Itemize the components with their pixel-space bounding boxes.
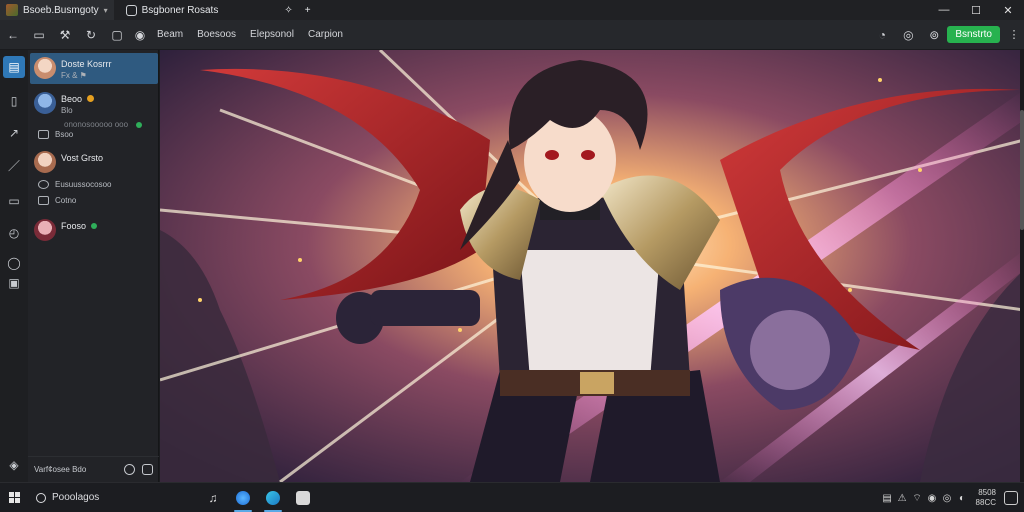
more-menu-icon[interactable]: ⋮ bbox=[1004, 28, 1024, 41]
close-button[interactable]: ✕ bbox=[992, 0, 1024, 20]
windows-logo-icon bbox=[8, 492, 20, 503]
avatar bbox=[34, 92, 56, 114]
edit-icon[interactable]: ／ bbox=[0, 152, 28, 178]
language-icon[interactable]: ◐ bbox=[957, 493, 968, 504]
sync-icon[interactable]: ◎ bbox=[895, 20, 921, 50]
conversation-title: Vost Grsto bbox=[61, 153, 104, 163]
avatar bbox=[34, 219, 56, 241]
folder-icon bbox=[38, 196, 49, 205]
toolbar: ← ▭ ⚒ ↻ ▢ ◉ Beam Boesoos Elepsonol Carpi… bbox=[0, 20, 1024, 50]
avatar bbox=[34, 57, 56, 79]
site-favicon-icon bbox=[6, 4, 18, 16]
frame-icon[interactable]: ▣ bbox=[0, 270, 28, 296]
chevron-down-icon[interactable]: ▾ bbox=[104, 6, 108, 15]
conversation-title: Doste Kosrrr bbox=[61, 59, 112, 69]
taskbar-app-browser[interactable] bbox=[228, 483, 258, 512]
primary-action-button[interactable]: Bsnstrto bbox=[947, 26, 1000, 43]
taskbar-search[interactable]: Pooolagos bbox=[28, 492, 198, 503]
hero-illustration bbox=[160, 50, 1024, 482]
conversation-item[interactable]: Doste Kosrrr Fx & ⚑ bbox=[30, 53, 158, 84]
settings-icon[interactable] bbox=[124, 464, 135, 475]
action-center-icon[interactable] bbox=[1004, 491, 1018, 505]
minimize-button[interactable]: — bbox=[928, 0, 960, 20]
conversation-sidebar: Doste Kosrrr Fx & ⚑ Beoo Blo ononosooooo… bbox=[28, 50, 159, 482]
music-app-icon: ♫ bbox=[208, 490, 218, 505]
app-tab-icon bbox=[125, 4, 137, 16]
store-app-icon bbox=[296, 490, 310, 505]
sub-item[interactable]: Cotno bbox=[38, 196, 76, 205]
browser-app-icon bbox=[236, 490, 250, 505]
taskbar-app-store[interactable] bbox=[288, 483, 318, 512]
taskbar-app-edge[interactable] bbox=[258, 483, 288, 512]
browser-tab-active[interactable]: Bsoeb.Busmgoty ▾ bbox=[0, 0, 114, 20]
toolbar-link-beam[interactable]: Beam bbox=[157, 29, 183, 40]
taskbar-app-music[interactable]: ♫ bbox=[198, 483, 228, 512]
clock-time: 8508 bbox=[978, 488, 996, 497]
battery-icon[interactable]: ◎ bbox=[942, 493, 953, 504]
toolbar-link-carpion[interactable]: Carpion bbox=[308, 29, 343, 40]
folder-icon bbox=[38, 130, 49, 139]
avatar bbox=[34, 151, 56, 173]
volume-icon[interactable]: ◉ bbox=[927, 493, 938, 504]
timer-icon[interactable]: ◴ bbox=[0, 220, 28, 246]
plus-icon: + bbox=[304, 4, 311, 16]
vertical-scrollbar[interactable] bbox=[1020, 50, 1024, 482]
profile-icon[interactable]: ⊚ bbox=[921, 20, 947, 50]
back-arrow-icon[interactable]: ← bbox=[0, 20, 26, 50]
footer-label: Varf¢osee Bdo bbox=[34, 465, 87, 474]
globe-icon[interactable]: ◉ bbox=[130, 20, 150, 50]
window-controls: — ☐ ✕ bbox=[928, 0, 1024, 20]
maximize-button[interactable]: ☐ bbox=[960, 0, 992, 20]
conversation-title: Fooso bbox=[61, 221, 97, 231]
toolbar-link-elepsonol[interactable]: Elepsonol bbox=[250, 29, 294, 40]
chat-icon[interactable]: ▤ bbox=[3, 56, 25, 78]
icon-rail: ▤ ▯ ↗ ／ ▭ ◴ ◯ ▣ ◈ bbox=[0, 50, 28, 482]
scrollbar-thumb[interactable] bbox=[1020, 110, 1024, 230]
warning-icon[interactable]: ⚠ bbox=[897, 493, 908, 504]
extension-icon[interactable]: ◔ bbox=[869, 20, 895, 50]
bookmark-icon[interactable]: ▯ bbox=[0, 88, 28, 114]
tab-pin-button[interactable]: ✧ bbox=[278, 0, 298, 20]
tab-title: Bsoeb.Busmgoty bbox=[23, 4, 99, 16]
status-dot-icon bbox=[136, 121, 143, 128]
status-dot-icon bbox=[86, 95, 94, 102]
clock-icon bbox=[38, 180, 49, 189]
conversation-subtitle: Fx & ⚑ bbox=[61, 71, 87, 80]
notification-icon[interactable]: ▤ bbox=[882, 493, 893, 504]
conversation-item[interactable]: Vost Grsto bbox=[30, 147, 158, 177]
help-icon[interactable]: ◈ bbox=[0, 452, 28, 478]
tools-icon[interactable]: ⚒ bbox=[52, 20, 78, 50]
toolbar-link-boesoos[interactable]: Boesoos bbox=[197, 29, 236, 40]
conversation-title: Beoo bbox=[61, 94, 94, 104]
copy-icon[interactable] bbox=[142, 464, 153, 475]
taskbar: Pooolagos ♫ ▤ ⚠ ⌔ ◉ ◎ ◐ 8508 88CC bbox=[0, 482, 1024, 512]
start-button[interactable] bbox=[0, 492, 28, 503]
share-icon[interactable]: ↗ bbox=[0, 120, 28, 146]
conversation-item[interactable]: Beoo Blo bbox=[30, 88, 158, 119]
clock-date: 88CC bbox=[975, 498, 996, 507]
sub-item[interactable]: Eusuussocosoo bbox=[38, 180, 111, 189]
screen-icon[interactable]: ▭ bbox=[26, 20, 52, 50]
wifi-icon[interactable]: ⌔ bbox=[912, 493, 923, 504]
conversation-item[interactable]: Fooso bbox=[30, 215, 158, 245]
sidebar-footer: Varf¢osee Bdo bbox=[28, 456, 159, 482]
browser-tab[interactable]: Bsgboner Rosats bbox=[120, 0, 225, 20]
sub-item[interactable]: Bsoo bbox=[38, 130, 73, 139]
tab-title: Bsgboner Rosats bbox=[141, 4, 219, 16]
new-tab-button[interactable]: + bbox=[299, 0, 317, 20]
refresh-icon[interactable]: ↻ bbox=[78, 20, 104, 50]
search-label: Pooolagos bbox=[52, 492, 100, 503]
note-icon[interactable]: ▢ bbox=[104, 20, 130, 50]
system-clock[interactable]: 8508 88CC bbox=[976, 488, 996, 508]
status-dot-icon bbox=[90, 223, 97, 229]
conversation-subtitle: Blo bbox=[61, 106, 73, 115]
artwork-image bbox=[160, 50, 1024, 482]
search-icon bbox=[36, 492, 46, 503]
system-tray: ▤ ⚠ ⌔ ◉ ◎ ◐ 8508 88CC bbox=[882, 483, 1024, 512]
layout-icon[interactable]: ▭ bbox=[0, 188, 28, 214]
edge-app-icon bbox=[266, 490, 280, 505]
dim-line-text: ononosooooo ooo bbox=[64, 120, 143, 129]
title-bar: Bsoeb.Busmgoty ▾ Bsgboner Rosats ✧ + — ☐… bbox=[0, 0, 1024, 20]
pin-icon: ✧ bbox=[284, 4, 293, 16]
